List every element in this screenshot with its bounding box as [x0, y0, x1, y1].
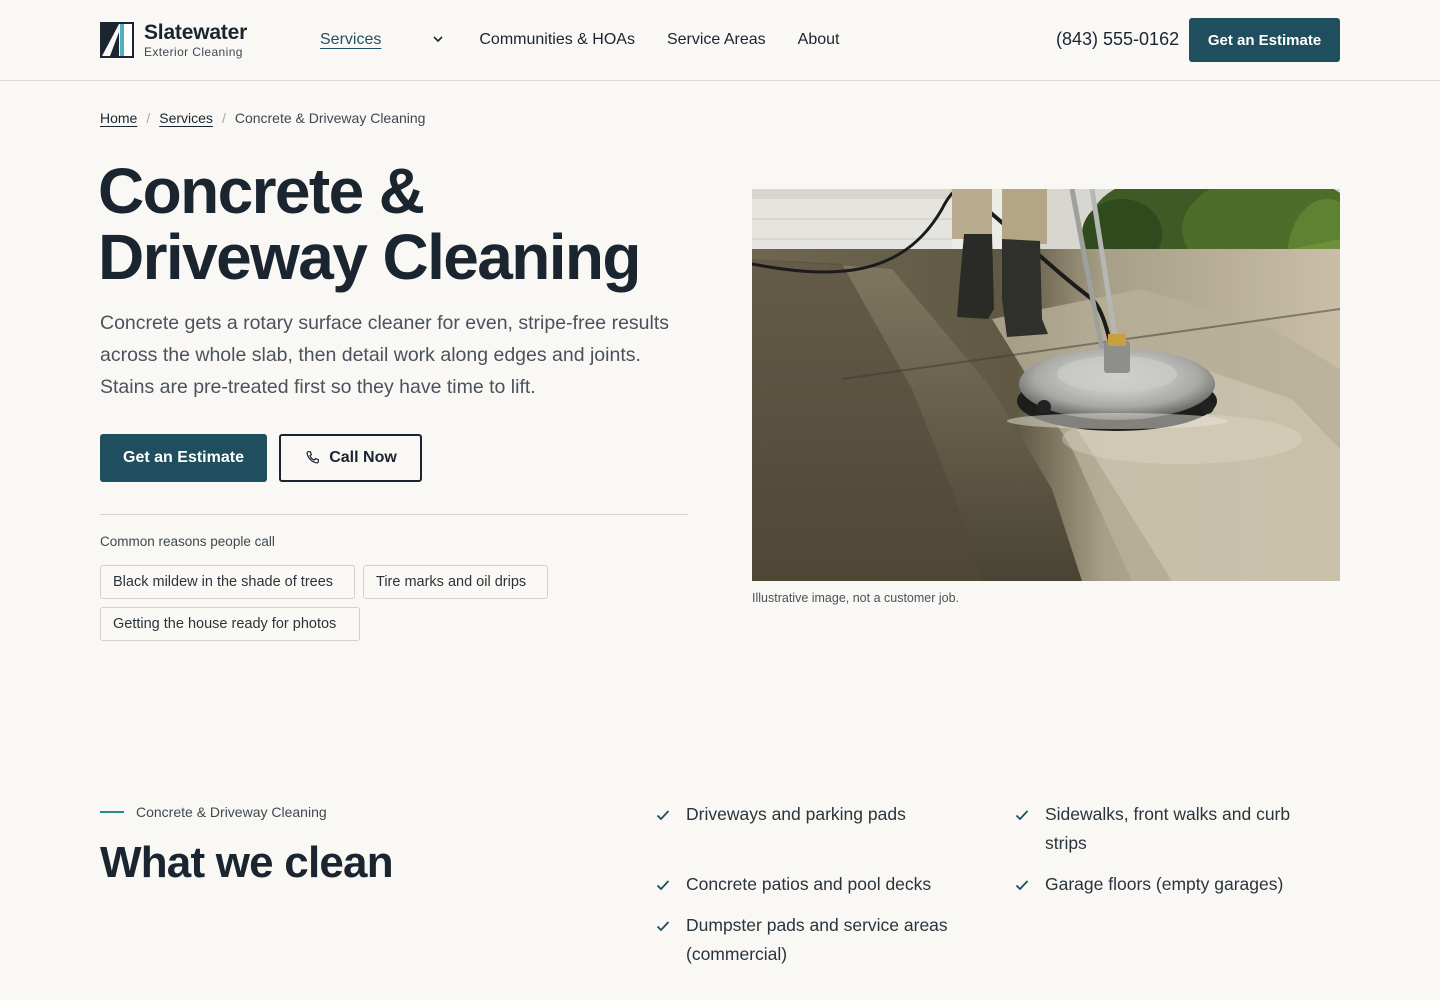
check-icon — [656, 921, 670, 932]
breadcrumb-separator: / — [221, 110, 226, 126]
site-header: Slatewater Exterior Cleaning Services Co… — [0, 0, 1440, 81]
clean-item-driveways: Driveways and parking pads — [656, 800, 976, 829]
breadcrumb: Home / Services / Concrete & Driveway Cl… — [100, 110, 425, 126]
hero-image — [752, 189, 1340, 581]
clean-item-dumpster-pads: Dumpster pads and service areas (commerc… — [656, 911, 966, 969]
clean-item-sidewalks: Sidewalks, front walks and curb strips — [1015, 800, 1315, 858]
phone-icon — [306, 451, 320, 464]
header-estimate-button[interactable]: Get an Estimate — [1189, 18, 1340, 62]
brand-name: Slatewater — [144, 21, 248, 44]
page-title-line-1: Concrete & — [98, 155, 425, 227]
hero-divider — [100, 514, 688, 515]
reason-tag-tire-marks: Tire marks and oil drips — [363, 565, 548, 599]
check-icon — [1015, 810, 1029, 821]
section-eyebrow: Concrete & Driveway Cleaning — [100, 804, 327, 820]
section-eyebrow-label: Concrete & Driveway Cleaning — [136, 804, 327, 820]
breadcrumb-services-link[interactable]: Services — [159, 110, 213, 126]
page-title: Concrete & Driveway Cleaning — [98, 158, 738, 290]
logo-mark-icon — [100, 22, 134, 58]
call-now-label: Call Now — [329, 449, 397, 466]
reason-tag-photos: Getting the house ready for photos — [100, 607, 360, 641]
surface-cleaner-photo — [752, 189, 1340, 581]
header-phone-link[interactable]: (843) 555-0162 — [1056, 29, 1179, 50]
check-icon — [656, 810, 670, 821]
page-title-line-2: Driveway Cleaning — [98, 221, 642, 293]
nav-item-about[interactable]: About — [798, 30, 840, 50]
reason-tag-mildew: Black mildew in the shade of trees — [100, 565, 355, 599]
breadcrumb-home-link[interactable]: Home — [100, 110, 137, 126]
reasons-label: Common reasons people call — [100, 534, 275, 549]
section-title: What we clean — [100, 838, 394, 887]
check-icon — [1015, 880, 1029, 891]
clean-item-label: Driveways and parking pads — [686, 804, 906, 824]
clean-item-label: Sidewalks, front walks and curb strips — [1045, 804, 1291, 853]
image-caption: Illustrative image, not a customer job. — [752, 591, 960, 605]
brand-logo[interactable]: Slatewater Exterior Cleaning — [100, 22, 247, 59]
breadcrumb-separator: / — [146, 110, 151, 126]
call-now-button[interactable]: Call Now — [279, 434, 422, 482]
hero-estimate-button[interactable]: Get an Estimate — [100, 434, 267, 482]
check-icon — [656, 880, 670, 891]
clean-item-label: Garage floors (empty garages) — [1045, 874, 1284, 894]
nav-item-services[interactable]: Services — [320, 30, 381, 50]
brand-tagline: Exterior Cleaning — [144, 45, 243, 59]
eyebrow-rule — [100, 811, 124, 813]
hero-description: Concrete gets a rotary surface cleaner f… — [100, 312, 670, 398]
chevron-down-icon[interactable] — [431, 32, 445, 46]
clean-item-garage-floors: Garage floors (empty garages) — [1015, 870, 1315, 899]
clean-item-label: Dumpster pads and service areas (commerc… — [686, 915, 948, 964]
clean-item-patios: Concrete patios and pool decks — [656, 870, 976, 899]
main-nav: Services Communities & HOAs Service Area… — [320, 30, 871, 50]
nav-item-service-areas[interactable]: Service Areas — [667, 30, 766, 50]
clean-item-label: Concrete patios and pool decks — [686, 874, 932, 894]
breadcrumb-current: Concrete & Driveway Cleaning — [234, 110, 426, 126]
nav-item-communities-hoas[interactable]: Communities & HOAs — [479, 30, 635, 50]
